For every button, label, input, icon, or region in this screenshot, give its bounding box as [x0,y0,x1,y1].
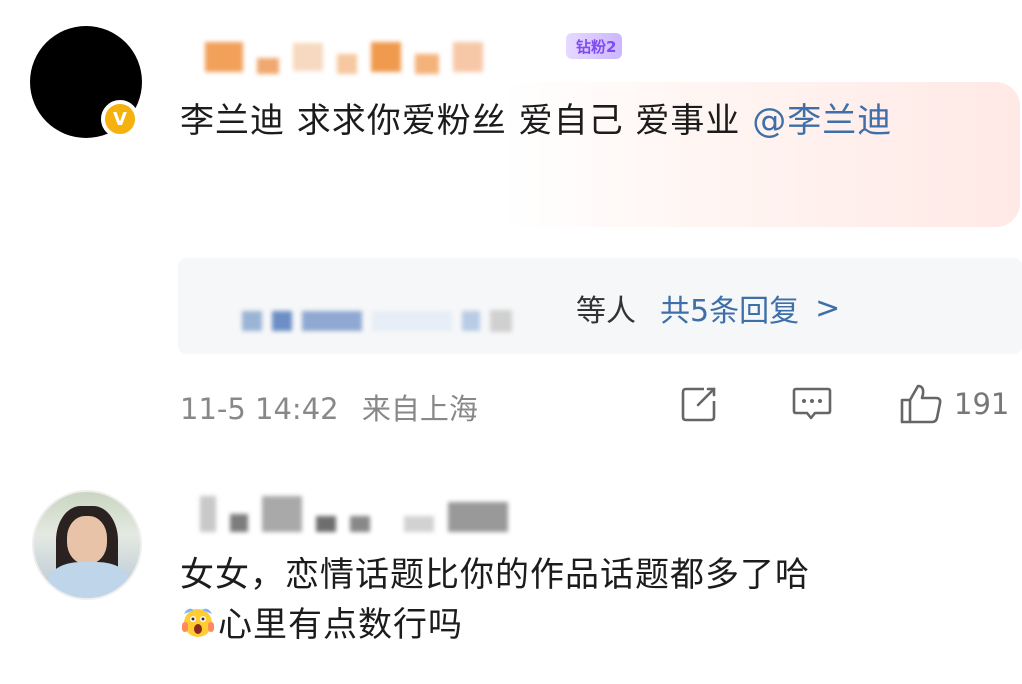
redaction-block [316,516,336,532]
share-icon [681,387,716,422]
like-count: 191 [954,387,1010,421]
redaction-block [350,516,370,532]
redaction-block [262,496,302,532]
comment-text: 李兰迪 求求你爱粉丝 爱自己 爱事业 @李兰迪 [180,96,1000,146]
comment-item: V 钻粉2 李兰迪 求求你爱粉丝 爱自己 爱事业 @李兰迪 等人 共5条回复 >… [0,0,1022,470]
redaction-block [448,502,508,532]
redaction-block [200,496,216,532]
comment-line: 女女，恋情话题比你的作品话题都多了哈 [180,555,810,595]
reply-users-redacted [242,310,512,332]
reply-count-link[interactable]: 共5条回复 [660,286,799,330]
redaction-block [242,311,262,331]
location: 来自上海 [361,392,478,426]
comment-text: 女女，恋情话题比你的作品话题都多了哈 心里有点数行吗 [180,550,1020,650]
redaction-block [404,516,434,532]
username-redacted[interactable] [205,40,483,74]
redaction-block [453,42,483,72]
username-redacted[interactable] [200,496,508,532]
chevron-right-icon[interactable]: > [815,291,840,326]
fan-level-badge[interactable]: 钻粉2 [566,33,623,59]
mention-link[interactable]: @李兰迪 [752,101,892,141]
comment-icon [792,387,832,420]
verified-badge: V [101,100,139,138]
avatar-coat [48,562,130,598]
thumbs-up-icon [900,384,942,424]
avatar-face [67,516,107,564]
replies-preview[interactable]: 等人 共5条回复 > [178,258,1022,354]
share-button[interactable] [678,382,720,426]
comment-meta: 11-5 14:42 来自上海 [180,386,478,428]
redaction-block [272,311,292,331]
timestamp: 11-5 14:42 [180,392,339,426]
redaction-block [230,514,248,532]
comment-item: 女女，恋情话题比你的作品话题都多了哈 心里有点数行吗 [0,470,1022,684]
redaction-block [337,54,357,74]
redaction-block [415,54,439,74]
redaction-block [462,311,480,331]
avatar[interactable] [32,490,142,600]
reply-summary[interactable]: 等人 共5条回复 > [576,286,840,330]
redaction-block [257,58,279,74]
comment-line-with-emoji: 心里有点数行吗 [180,600,1020,650]
redaction-block [302,311,362,331]
reply-button[interactable] [790,382,834,426]
redaction-block [372,311,452,331]
reply-users-suffix: 等人 [576,294,636,329]
redaction-block [490,310,512,332]
comment-body: 李兰迪 求求你爱粉丝 爱自己 爱事业 [180,101,753,141]
redaction-block [371,42,401,72]
scream-emoji-icon [182,608,214,637]
redaction-block [293,43,323,71]
comment-body: 心里有点数行吗 [218,605,463,645]
like-button[interactable]: 191 [898,382,1009,426]
redaction-block [205,42,243,72]
